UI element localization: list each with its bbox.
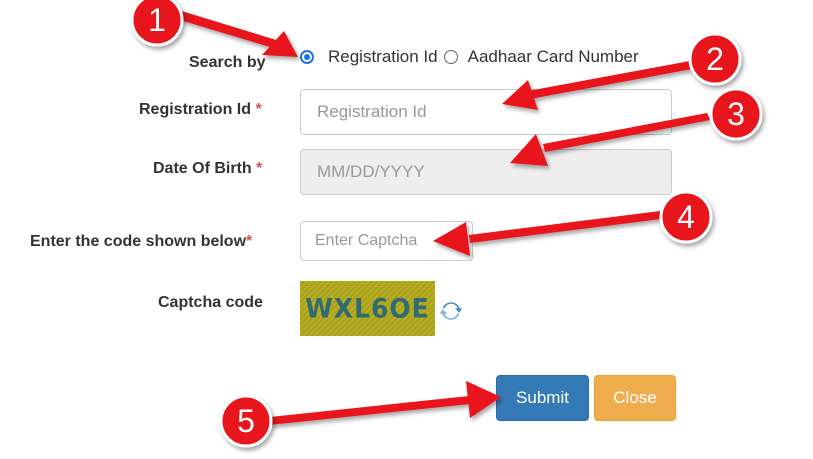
- annotation-number-3: 3: [727, 96, 745, 132]
- annotation-number-2: 2: [706, 41, 724, 77]
- annotation-number-1: 1: [148, 2, 166, 38]
- annotation-arrow-3: [510, 113, 710, 166]
- annotation-overlay: 1 2 3 4 5: [130, 0, 763, 448]
- annotation-badge-4: 4: [659, 190, 713, 244]
- annotation-number-4: 4: [677, 199, 695, 235]
- annotation-badge-3: 3: [709, 87, 763, 141]
- annotation-arrow-5: [269, 381, 501, 425]
- annotation-arrow-2: [502, 61, 692, 110]
- annotation-badge-2: 2: [688, 32, 742, 86]
- annotation-badge-5: 5: [219, 394, 273, 448]
- annotation-arrow-1: [170, 9, 298, 57]
- annotation-badge-1: 1: [130, 0, 184, 47]
- annotation-number-5: 5: [237, 403, 255, 439]
- annotation-arrow-4: [433, 211, 661, 256]
